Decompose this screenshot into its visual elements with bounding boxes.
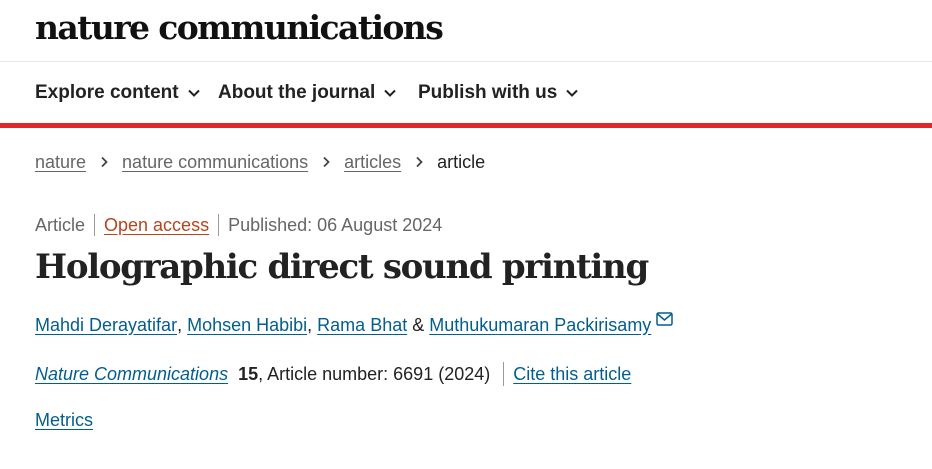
author-separator: & xyxy=(407,314,430,335)
author-link[interactable]: Mahdi Derayatifar xyxy=(35,315,177,336)
chevron-right-icon xyxy=(101,156,108,168)
nav-item-label: About the journal xyxy=(218,82,376,103)
meta-divider xyxy=(94,214,96,236)
site-logo[interactable]: nature communications xyxy=(35,6,444,50)
breadcrumb: nature nature communications articles ar… xyxy=(35,150,485,174)
author-link[interactable]: Rama Bhat xyxy=(317,315,407,336)
author-link[interactable]: Mohsen Habibi xyxy=(187,315,307,336)
chevron-down-icon xyxy=(187,89,200,97)
metrics-link[interactable]: Metrics xyxy=(35,407,93,433)
main-nav: Explore content About the journal Publis… xyxy=(0,62,932,124)
journal-link[interactable]: Nature Communications xyxy=(35,364,228,385)
chevron-down-icon xyxy=(384,89,396,97)
site-header: nature communications xyxy=(0,0,932,62)
nav-item-label: Explore content xyxy=(35,82,179,103)
nav-explore-content[interactable]: Explore content xyxy=(35,81,201,105)
author-list: Mahdi Derayatifar, Mohsen Habibi, Rama B… xyxy=(35,312,674,338)
article-number: , Article number: 6691 (2024) xyxy=(258,363,491,384)
nav-about-the-journal[interactable]: About the journal xyxy=(218,81,397,105)
article-meta: Article Open access Published: 06 August… xyxy=(35,213,442,237)
breadcrumb-articles[interactable]: articles xyxy=(344,152,401,173)
chevron-right-icon xyxy=(323,156,330,168)
cite-divider xyxy=(503,362,505,386)
citation-line: Nature Communications 15, Article number… xyxy=(35,361,631,387)
accent-rule xyxy=(0,123,932,128)
volume-number: 15 xyxy=(238,363,259,384)
author-separator: , xyxy=(307,314,318,335)
meta-divider xyxy=(218,214,220,236)
breadcrumb-nature[interactable]: nature xyxy=(35,152,86,173)
breadcrumb-current: article xyxy=(437,151,486,172)
chevron-down-icon xyxy=(566,89,579,97)
author-link[interactable]: Muthukumaran Packirisamy xyxy=(429,315,651,336)
chevron-right-icon xyxy=(416,156,423,168)
open-access-link[interactable]: Open access xyxy=(104,215,209,236)
envelope-icon[interactable] xyxy=(656,312,674,326)
article-title: Holographic direct sound printing xyxy=(35,247,649,287)
article-type: Article xyxy=(35,214,86,235)
published-date: Published: 06 August 2024 xyxy=(228,214,443,235)
cite-this-article-link[interactable]: Cite this article xyxy=(513,364,631,385)
nav-publish-with-us[interactable]: Publish with us xyxy=(418,81,579,105)
nav-item-label: Publish with us xyxy=(418,82,558,103)
breadcrumb-nature-communications[interactable]: nature communications xyxy=(122,152,308,173)
author-separator: , xyxy=(177,314,188,335)
